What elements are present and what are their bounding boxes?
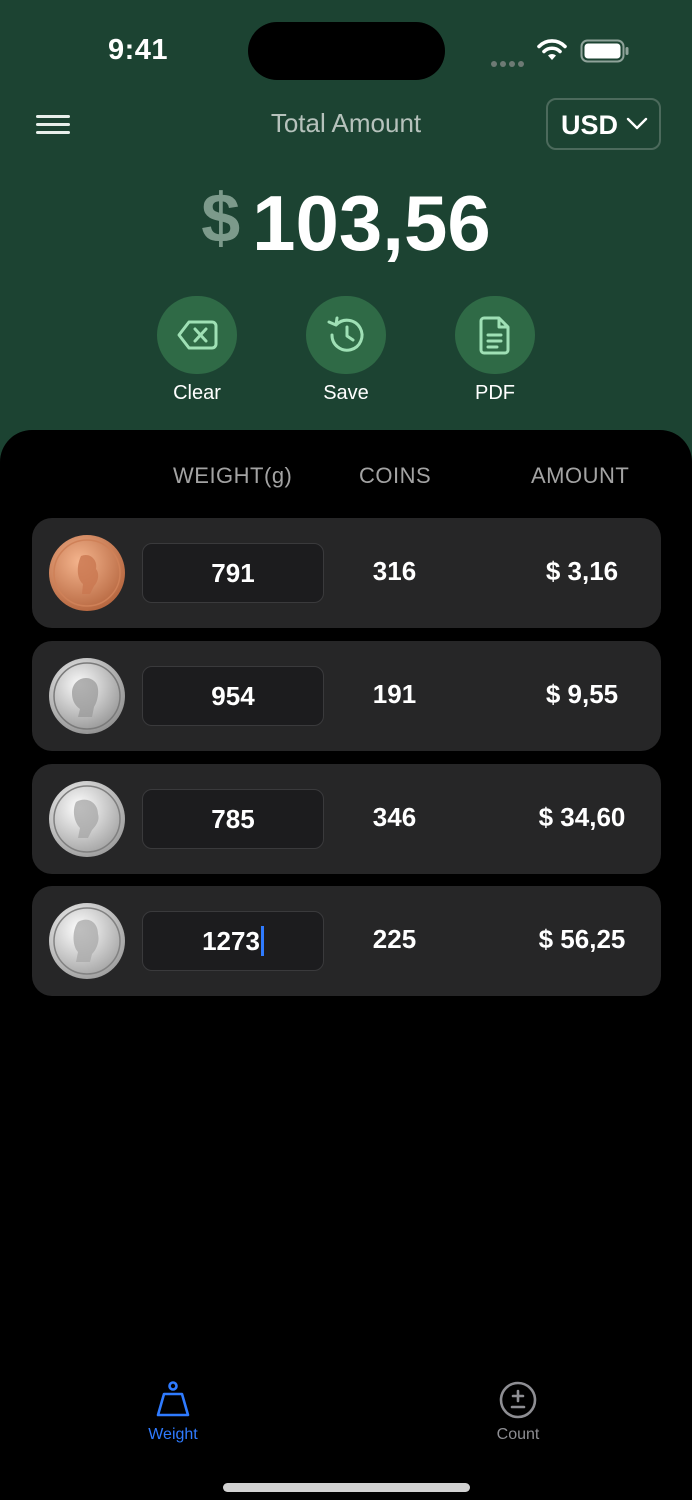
- chevron-down-icon: [626, 117, 648, 130]
- pdf-button-label: PDF: [475, 382, 515, 404]
- status-bar: 9:41: [0, 0, 692, 100]
- coins-count-penny: 316: [372, 556, 417, 586]
- weight-input-quarter[interactable]: 1273: [142, 911, 324, 971]
- header: 9:41 Total Amount USD $103,56 Clear Save…: [0, 0, 692, 470]
- weight-input-dime[interactable]: 785: [142, 789, 324, 849]
- pdf-button[interactable]: PDF: [440, 296, 550, 405]
- nickel-coin-icon: [49, 658, 125, 734]
- column-header-amount: AMOUNT: [531, 463, 630, 488]
- dynamic-island: [248, 22, 445, 80]
- amount-quarter: $ 56,25: [538, 924, 626, 954]
- amount-penny: $ 3,16: [545, 556, 619, 586]
- coin-row-dime: 785 346 $ 34,60: [32, 764, 661, 874]
- column-header-coins: COINS: [359, 463, 432, 488]
- menu-button[interactable]: [34, 110, 72, 140]
- amount-dime: $ 34,60: [538, 802, 626, 832]
- plus-minus-icon: [499, 1381, 537, 1419]
- save-button[interactable]: Save: [291, 296, 401, 405]
- total-value: 103,56: [252, 179, 491, 267]
- weight-input-penny[interactable]: 791: [142, 543, 324, 603]
- currency-label: USD: [561, 110, 619, 140]
- total-amount: $103,56: [0, 178, 692, 269]
- quarter-coin-icon: [49, 903, 125, 979]
- clear-icon: [177, 320, 218, 350]
- dime-coin-icon: [49, 781, 125, 857]
- coin-row-quarter: 1273 225 $ 56,25: [32, 886, 661, 996]
- tab-weight[interactable]: Weight: [103, 1380, 243, 1444]
- penny-coin-icon: [49, 535, 125, 611]
- tab-count[interactable]: Count: [448, 1380, 588, 1444]
- weight-icon: [156, 1381, 190, 1417]
- clear-button-label: Clear: [173, 382, 221, 404]
- currency-select[interactable]: USD: [546, 98, 661, 150]
- save-button-label: Save: [323, 382, 369, 404]
- weight-input-quarter-value: 1273: [202, 926, 260, 956]
- total-currency-symbol: $: [201, 179, 241, 257]
- save-button-circle: [306, 296, 386, 374]
- coins-count-nickel: 191: [372, 679, 417, 709]
- coins-count-quarter: 225: [372, 924, 417, 954]
- tab-count-label: Count: [496, 1426, 540, 1443]
- document-icon: [479, 316, 510, 355]
- coin-row-penny: 791 316 $ 3,16: [32, 518, 661, 628]
- signal-icon: [491, 54, 527, 72]
- amount-nickel: $ 9,55: [545, 679, 619, 709]
- text-cursor: [260, 926, 264, 956]
- tab-weight-label: Weight: [148, 1426, 198, 1443]
- history-icon: [327, 316, 364, 352]
- clear-button-circle: [157, 296, 237, 374]
- wifi-icon: [537, 39, 567, 60]
- page-title: Total Amount: [270, 108, 422, 138]
- pdf-button-circle: [455, 296, 535, 374]
- column-header-weight: WEIGHT(g): [173, 463, 293, 488]
- home-indicator: [223, 1483, 470, 1492]
- coin-row-nickel: 954 191 $ 9,55: [32, 641, 661, 751]
- clear-button[interactable]: Clear: [142, 296, 252, 405]
- battery-icon: [580, 39, 629, 63]
- weight-input-nickel[interactable]: 954: [142, 666, 324, 726]
- status-time: 9:41: [108, 34, 169, 66]
- coins-count-dime: 346: [372, 802, 417, 832]
